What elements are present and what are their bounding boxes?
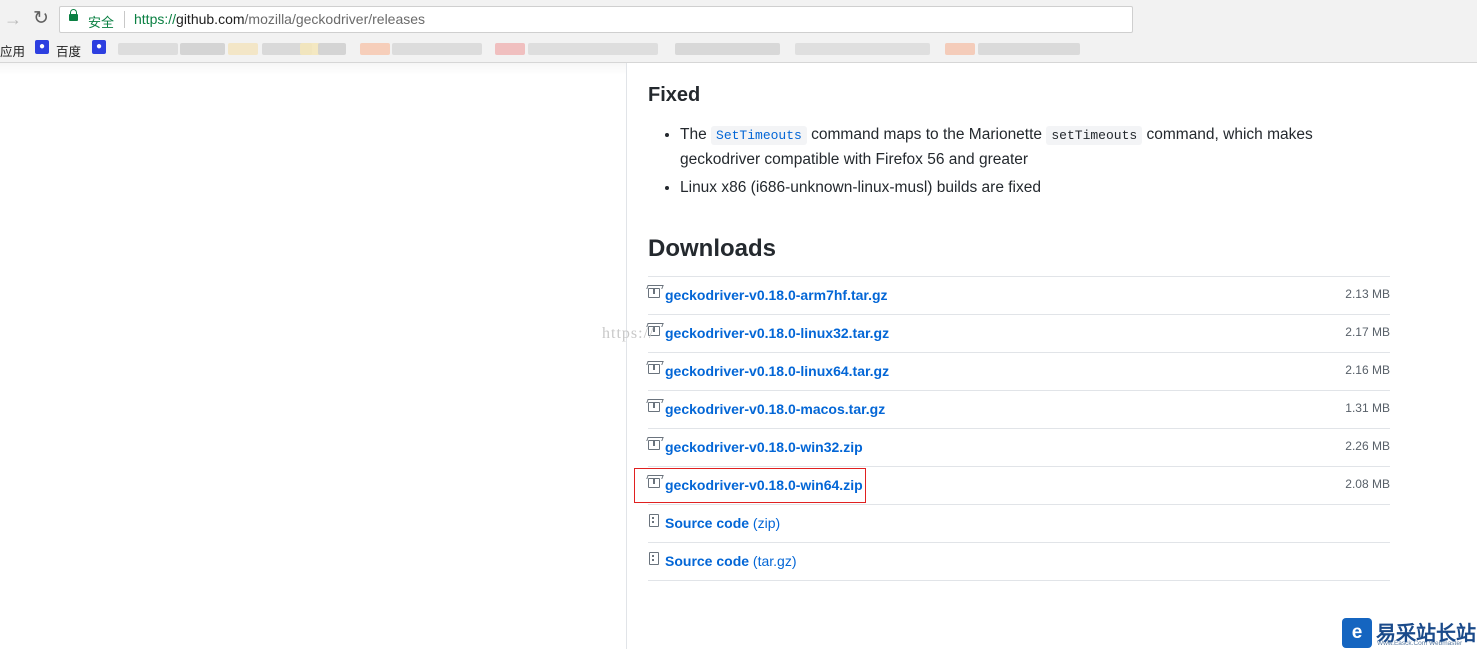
asset-row: geckodriver-v0.18.0-arm7hf.tar.gz 2.13 M…: [648, 277, 1390, 315]
asset-size: 2.26 MB: [1345, 439, 1390, 453]
address-separator: [124, 11, 125, 28]
asset-link[interactable]: geckodriver-v0.18.0-win32.zip: [665, 439, 863, 455]
blurred-bookmark[interactable]: [318, 43, 346, 55]
bookmark-apps[interactable]: 应用: [0, 41, 25, 60]
asset-size: 1.31 MB: [1345, 401, 1390, 415]
package-icon: [648, 364, 660, 374]
blurred-bookmark[interactable]: [675, 43, 780, 55]
source-row: Source code (zip): [648, 505, 1390, 543]
secure-label: 安全: [88, 15, 115, 30]
blurred-bookmark[interactable]: [945, 43, 975, 55]
blurred-bookmark[interactable]: [795, 43, 930, 55]
blurred-bookmark[interactable]: [495, 43, 525, 55]
asset-row: geckodriver-v0.18.0-linux32.tar.gz 2.17 …: [648, 315, 1390, 353]
source-targz-link[interactable]: Source code (tar.gz): [665, 553, 797, 569]
baidu-paw-icon-2[interactable]: ●: [92, 40, 106, 54]
source-ext: (zip): [752, 515, 781, 531]
lock-icon: [69, 9, 78, 21]
note-text: The: [680, 126, 712, 143]
forward-arrow-icon[interactable]: →: [2, 8, 24, 30]
source-label: Source code: [665, 515, 750, 531]
package-icon: [648, 478, 660, 488]
note-text: command maps to the Marionette: [806, 126, 1047, 143]
asset-row: geckodriver-v0.18.0-linux64.tar.gz 2.16 …: [648, 353, 1390, 391]
timeline-divider: [626, 63, 627, 649]
asset-link[interactable]: geckodriver-v0.18.0-linux32.tar.gz: [665, 325, 889, 341]
bookmark-baidu[interactable]: 百度: [56, 41, 81, 60]
code-settimeouts[interactable]: SetTimeouts: [711, 126, 807, 145]
release-notes-list: The SetTimeouts command maps to the Mari…: [648, 123, 1380, 204]
address-bar[interactable]: 安全 https://github.com/mozilla/geckodrive…: [59, 6, 1133, 33]
asset-link-win64[interactable]: geckodriver-v0.18.0-win64.zip: [665, 477, 863, 493]
blurred-bookmark[interactable]: [300, 43, 320, 55]
asset-row: geckodriver-v0.18.0-win64.zip 2.08 MB: [634, 467, 1390, 505]
release-note-item: Linux x86 (i686-unknown-linux-musl) buil…: [680, 176, 1380, 200]
blurred-bookmark[interactable]: [360, 43, 390, 55]
blurred-bookmark[interactable]: [528, 43, 658, 55]
url-scheme: https://: [134, 11, 177, 27]
blurred-bookmark[interactable]: [978, 43, 1080, 55]
source-zip-link[interactable]: Source code (zip): [665, 515, 780, 531]
asset-size: 2.17 MB: [1345, 325, 1390, 339]
url-path: /mozilla/geckodriver/releases: [244, 11, 426, 27]
asset-size: 2.13 MB: [1345, 287, 1390, 301]
url-host: github.com: [176, 11, 245, 27]
blurred-bookmark[interactable]: [392, 43, 482, 55]
file-zip-icon: [649, 514, 659, 527]
package-icon: [648, 440, 660, 450]
url-text[interactable]: https://github.com/mozilla/geckodriver/r…: [134, 11, 425, 27]
blurred-bookmark[interactable]: [228, 43, 258, 55]
downloads-list: geckodriver-v0.18.0-arm7hf.tar.gz 2.13 M…: [634, 276, 1390, 581]
asset-size: 2.08 MB: [1345, 477, 1390, 491]
code-settimeouts-marionette: setTimeouts: [1046, 126, 1143, 145]
source-label: Source code: [665, 553, 750, 569]
release-note-item: The SetTimeouts command maps to the Mari…: [680, 123, 1380, 172]
sidebar-fade: [0, 63, 626, 75]
blurred-bookmark[interactable]: [180, 43, 225, 55]
asset-row: geckodriver-v0.18.0-win32.zip 2.26 MB: [648, 429, 1390, 467]
watermark-text: https://: [602, 325, 655, 342]
package-icon: [648, 288, 660, 298]
fixed-heading: Fixed: [648, 84, 701, 106]
browser-toolbar: → ↻ 安全 https://github.com/mozilla/geckod…: [0, 0, 1477, 38]
asset-link[interactable]: geckodriver-v0.18.0-arm7hf.tar.gz: [665, 287, 888, 303]
source-row: Source code (tar.gz): [648, 543, 1390, 581]
asset-link[interactable]: geckodriver-v0.18.0-linux64.tar.gz: [665, 363, 889, 379]
source-ext: (tar.gz): [752, 553, 797, 569]
reload-icon[interactable]: ↻: [30, 8, 52, 30]
file-zip-icon: [649, 552, 659, 565]
logo-badge-icon: e: [1342, 618, 1372, 648]
downloads-heading: Downloads: [648, 235, 777, 262]
asset-size: 2.16 MB: [1345, 363, 1390, 377]
blurred-bookmark[interactable]: [118, 43, 178, 55]
asset-row: geckodriver-v0.18.0-macos.tar.gz 1.31 MB: [648, 391, 1390, 429]
package-icon: [648, 402, 660, 412]
site-logo: e 易采站长站 Www.Easck.Com Webmaster: [1342, 616, 1477, 649]
baidu-paw-icon: ●: [35, 40, 49, 54]
logo-subtext: Www.Easck.Com Webmaster: [1377, 640, 1463, 647]
asset-link[interactable]: geckodriver-v0.18.0-macos.tar.gz: [665, 401, 885, 417]
bookmarks-bar: 应用 ● 百度 ●: [0, 38, 1477, 63]
